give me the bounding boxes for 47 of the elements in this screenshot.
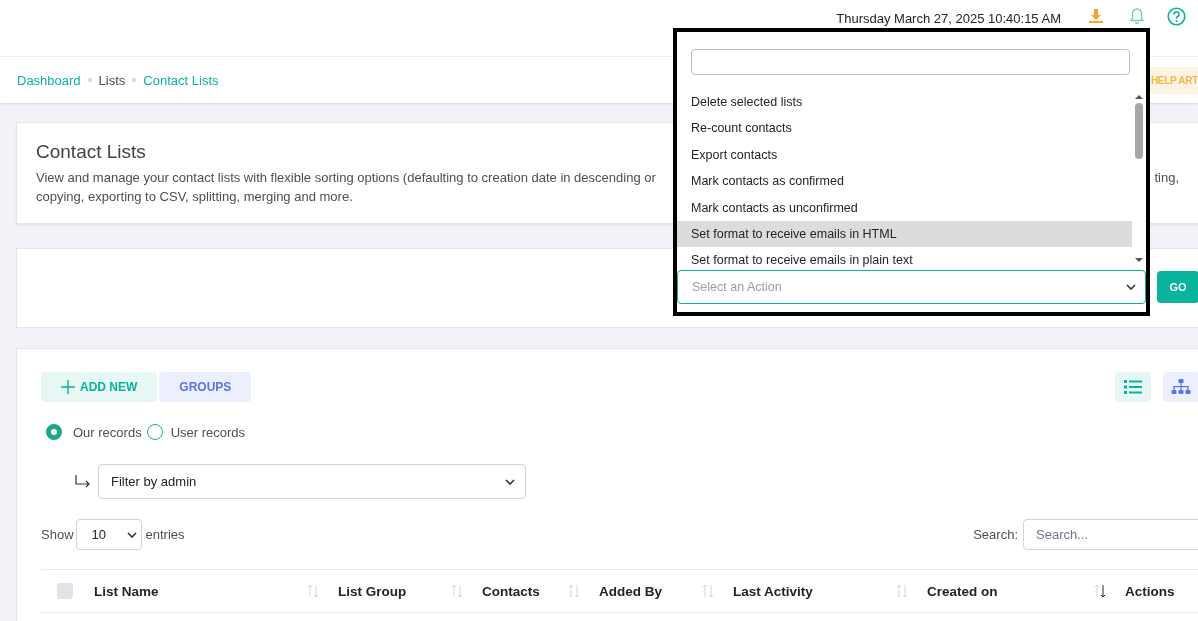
description-text: View and manage your contact lists with flexible sorting options (defaulting to creation date in descending or xyxy=(36,169,656,187)
column-header[interactable]: List Group xyxy=(338,583,407,599)
page-title: Contact Lists xyxy=(36,141,146,163)
breadcrumb-item: Lists xyxy=(98,72,126,88)
column-header[interactable]: Created on xyxy=(927,583,998,599)
dropdown-option[interactable]: Mark contacts as confirmed xyxy=(677,168,1132,195)
breadcrumb-separator xyxy=(87,78,92,82)
download-icon[interactable] xyxy=(1088,8,1104,24)
search-field[interactable]: Search... xyxy=(1023,519,1198,550)
tree-view-button[interactable] xyxy=(1163,372,1198,402)
description-text: ting, xyxy=(1154,169,1179,187)
corner-arrow-icon xyxy=(75,474,91,489)
radio-button[interactable] xyxy=(46,424,62,440)
radio-label: User records xyxy=(170,424,246,440)
select-all-checkbox[interactable] xyxy=(57,583,73,599)
dropdown-option[interactable]: Re-count contacts xyxy=(677,115,1132,142)
search-field[interactable] xyxy=(691,49,1130,75)
column-header[interactable]: Added By xyxy=(599,583,662,599)
radio-label: Our records xyxy=(73,424,142,440)
chevron-down-icon xyxy=(126,531,137,538)
help-icon[interactable] xyxy=(1167,6,1186,26)
entries-label: entries xyxy=(145,527,185,542)
show-label: Show xyxy=(41,527,74,542)
dropdown-option[interactable]: Set format to receive emails in plain text xyxy=(677,247,1132,268)
admin-filter-select[interactable]: Filter by admin xyxy=(98,464,526,499)
bell-icon[interactable] xyxy=(1129,7,1145,25)
chevron-down-icon xyxy=(1126,284,1136,290)
column-header[interactable]: Last Activity xyxy=(733,583,813,599)
groups-button[interactable]: GROUPS xyxy=(159,372,252,402)
column-header[interactable]: Contacts xyxy=(482,583,540,599)
plus-icon xyxy=(61,380,75,394)
dropdown-option[interactable]: Delete selected lists xyxy=(677,89,1132,116)
sort-icon[interactable] xyxy=(1094,584,1106,598)
entries-select[interactable]: 10 xyxy=(75,519,142,550)
list-view-button[interactable] xyxy=(1115,372,1151,402)
dropdown-option[interactable]: Export contacts xyxy=(677,141,1132,169)
chevron-down-icon xyxy=(505,478,515,485)
description-text: copying, exporting to CSV, splitting, merging and more. xyxy=(36,188,354,206)
search-label: Search: xyxy=(973,527,1018,542)
list-icon xyxy=(1124,380,1142,394)
breadcrumb-separator xyxy=(132,78,137,82)
dropdown-option[interactable]: Mark contacts as unconfirmed xyxy=(677,194,1132,221)
column-header[interactable]: List Name xyxy=(94,583,159,599)
sitemap-icon xyxy=(1171,379,1191,395)
dropdown-option[interactable]: Set format to receive emails in HTML xyxy=(677,220,1132,248)
date-time: Thursday March 27, 2025 10:40:15 AM xyxy=(836,11,1061,26)
column-header[interactable]: Actions xyxy=(1125,583,1175,599)
